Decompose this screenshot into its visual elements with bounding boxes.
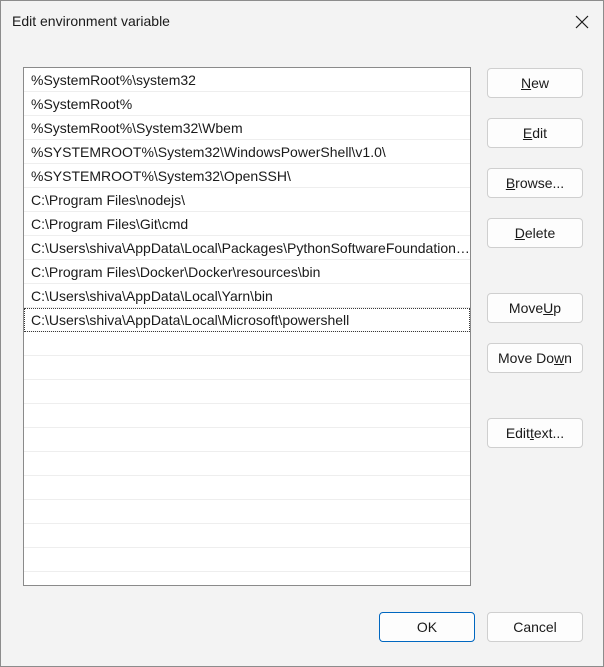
delete-button-label-post: elete bbox=[524, 225, 556, 241]
move-down-button[interactable]: Move Do w n bbox=[487, 343, 583, 373]
move-down-button-label-post: n bbox=[564, 350, 572, 366]
move-up-button-label-pre: Move bbox=[508, 300, 544, 316]
list-item[interactable]: C:\Program Files\Git\cmd bbox=[24, 212, 470, 236]
edit-text-button-label-pre: Edit bbox=[505, 425, 530, 441]
close-button[interactable] bbox=[571, 11, 593, 33]
empty-list-row[interactable] bbox=[24, 452, 470, 476]
title-bar[interactable]: Edit environment variable bbox=[1, 1, 603, 41]
empty-list-row[interactable] bbox=[24, 428, 470, 452]
edit-text-button-label-post: ext... bbox=[533, 425, 565, 441]
edit-text-button[interactable]: Edit t ext... bbox=[487, 418, 583, 448]
new-button[interactable]: New bbox=[487, 68, 583, 98]
list-item[interactable]: %SystemRoot%\system32 bbox=[24, 68, 470, 92]
empty-list-row[interactable] bbox=[24, 332, 470, 356]
browse-button-label-post: rowse... bbox=[515, 175, 565, 191]
edit-button-label-post: dit bbox=[532, 125, 548, 141]
move-down-button-accesskey: w bbox=[554, 350, 565, 366]
browse-button-accesskey: B bbox=[505, 175, 516, 191]
ok-button[interactable]: OK bbox=[379, 612, 475, 642]
empty-list-row[interactable] bbox=[24, 548, 470, 572]
browse-button[interactable]: Browse... bbox=[487, 168, 583, 198]
delete-button-accesskey: D bbox=[514, 225, 525, 241]
move-up-button-accesskey: U bbox=[543, 300, 554, 316]
delete-button[interactable]: Delete bbox=[487, 218, 583, 248]
cancel-button[interactable]: Cancel bbox=[487, 612, 583, 642]
list-item[interactable]: %SYSTEMROOT%\System32\OpenSSH\ bbox=[24, 164, 470, 188]
list-item[interactable]: %SystemRoot% bbox=[24, 92, 470, 116]
edit-button-accesskey: E bbox=[522, 125, 533, 141]
list-item[interactable]: C:\Program Files\nodejs\ bbox=[24, 188, 470, 212]
edit-environment-variable-dialog: Edit environment variable %SystemRoot%\s… bbox=[0, 0, 604, 667]
empty-list-row[interactable] bbox=[24, 356, 470, 380]
list-item[interactable]: C:\Users\shiva\AppData\Local\Yarn\bin bbox=[24, 284, 470, 308]
empty-list-row[interactable] bbox=[24, 404, 470, 428]
window-title: Edit environment variable bbox=[12, 13, 170, 29]
move-down-button-label-pre: Move Do bbox=[498, 350, 555, 366]
list-item[interactable]: %SYSTEMROOT%\System32\WindowsPowerShell\… bbox=[24, 140, 470, 164]
list-item[interactable]: %SystemRoot%\System32\Wbem bbox=[24, 116, 470, 140]
empty-list-row[interactable] bbox=[24, 380, 470, 404]
list-item-selected[interactable]: C:\Users\shiva\AppData\Local\Microsoft\p… bbox=[24, 308, 470, 332]
move-up-button-label-post: p bbox=[553, 300, 562, 316]
list-item[interactable]: C:\Program Files\Docker\Docker\resources… bbox=[24, 260, 470, 284]
path-list[interactable]: %SystemRoot%\system32 %SystemRoot% %System… bbox=[23, 67, 471, 586]
new-button-accesskey: N bbox=[520, 75, 532, 91]
empty-list-row[interactable] bbox=[24, 500, 470, 524]
empty-list-row[interactable] bbox=[24, 524, 470, 548]
new-button-label-post: ew bbox=[531, 75, 550, 91]
edit-button[interactable]: Edit bbox=[487, 118, 583, 148]
close-icon bbox=[575, 15, 589, 29]
empty-list-row[interactable] bbox=[24, 476, 470, 500]
move-up-button[interactable]: Move Up bbox=[487, 293, 583, 323]
list-item[interactable]: C:\Users\shiva\AppData\Local\Packages\Py… bbox=[24, 236, 470, 260]
